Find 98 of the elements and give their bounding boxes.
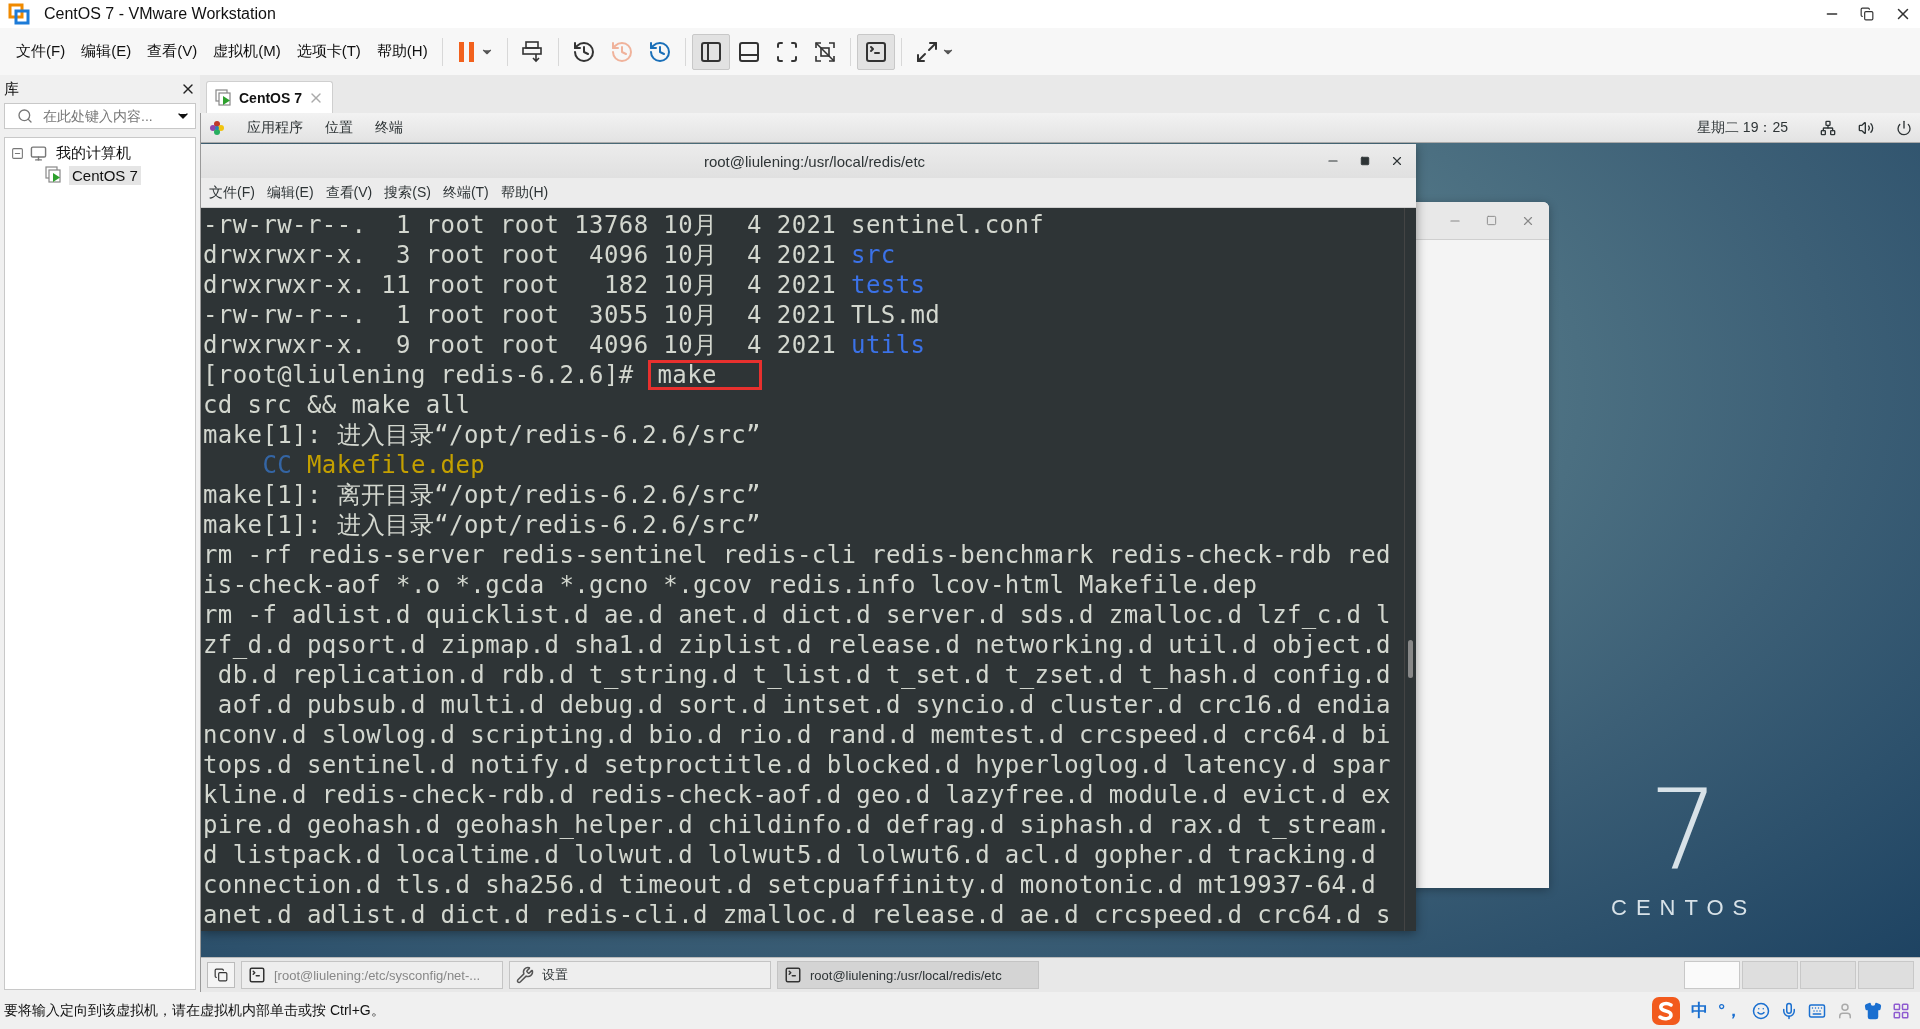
menu-item[interactable]: 编辑(E): [73, 38, 140, 65]
search-icon: [17, 108, 33, 124]
status-message: 要将输入定向到该虚拟机，请在虚拟机内部单击或按 Ctrl+G。: [4, 1001, 386, 1020]
terminal-text: nconv.d slowlog.d scripting.d bio.d rio.d rand.d memtest.d crcspeed.d crc64.d bi: [203, 720, 1391, 750]
expand-arrow-icon: [914, 39, 939, 64]
tree-item[interactable]: CentOS 7: [69, 165, 141, 185]
computer-icon: [30, 144, 47, 162]
terminal-text: kline.d redis-check-rdb.d redis-check-aof.d geo.d lazyfree.d module.d evict.d ex: [203, 780, 1391, 810]
search-input[interactable]: 在此处键入内容...: [41, 107, 167, 125]
windows-icon: [214, 968, 228, 982]
menu-item[interactable]: 文件(F): [205, 183, 259, 202]
menu-item[interactable]: 帮助(H): [368, 38, 436, 65]
keyboard-icon[interactable]: [1808, 1001, 1826, 1020]
terminal-text: make[1]: 进入目录“/opt/redis-6.2.6/src”: [203, 420, 761, 450]
shirt-icon[interactable]: [1864, 1001, 1882, 1020]
bottom-panel-icon: [736, 39, 761, 64]
menu-item[interactable]: 终端(T): [438, 183, 493, 202]
ime-logo-icon: [1651, 995, 1682, 1026]
terminal-text: is-check-aof *.o *.gcda *.gcno *.gcov redis.info lcov-html Makefile.dep: [203, 570, 1258, 600]
terminal-icon: [863, 39, 888, 64]
vm-icon: [215, 88, 233, 107]
mic-icon[interactable]: [1780, 1001, 1798, 1020]
directory-name: src: [851, 240, 896, 270]
menu-item[interactable]: 帮助(H): [496, 183, 553, 202]
sidebar-layout-icon: [698, 39, 723, 64]
menu-item[interactable]: 编辑(E): [262, 183, 318, 202]
clock: 星期二 19：25: [1696, 118, 1788, 137]
terminal-text: make: [648, 360, 762, 390]
show-desktop-button[interactable]: [207, 962, 235, 988]
terminal-text: Makefile.dep: [305, 450, 486, 480]
ime-language[interactable]: 中: [1691, 999, 1709, 1022]
terminal-text: drwxrwxr-x. 9 root root 4096 10月 4 2021: [203, 330, 838, 360]
terminal-text: connection.d tls.d sha256.d timeout.d setcpuaffinity.d monotonic.d mt19937-64.d: [203, 870, 1377, 900]
terminal-icon: [248, 966, 266, 984]
terminal-text: drwxrwxr-x. 11 root root 182 10月 4 2021: [203, 270, 838, 300]
full-screen-icon: [774, 39, 799, 64]
maximize-icon[interactable]: [1360, 156, 1370, 166]
volume-icon[interactable]: [1858, 119, 1874, 136]
clock-arrow-icon: [609, 39, 634, 64]
restore-icon[interactable]: [1860, 7, 1874, 21]
terminal-text: CC: [261, 450, 293, 480]
terminal-text: make[1]: 离开目录“/opt/redis-6.2.6/src”: [203, 480, 761, 510]
ime-punctuation[interactable]: °，: [1718, 999, 1742, 1022]
menu-item[interactable]: 虚拟机(M): [205, 38, 289, 65]
menu-item[interactable]: 选项卡(T): [288, 38, 369, 65]
window-title: root@liulening:/usr/local/redis/etc: [702, 152, 927, 170]
tree-item[interactable]: 我的计算机: [53, 142, 134, 164]
network-icon[interactable]: [1820, 119, 1836, 136]
collapse-toggle-icon[interactable]: [11, 146, 24, 160]
send-keys-icon: [520, 39, 545, 64]
apps-icon: [209, 119, 225, 136]
panel-menu[interactable]: 终端: [375, 118, 403, 137]
close-icon[interactable]: [1390, 154, 1404, 168]
terminal-text: -rw-rw-r--. 1 root root 3055 10月 4 2021: [203, 300, 838, 330]
menu-item[interactable]: 查看(V): [139, 38, 206, 65]
terminal-text: TLS.md: [851, 300, 941, 330]
terminal-text: make[1]: 进入目录“/opt/redis-6.2.6/src”: [203, 510, 761, 540]
crossed-frame-icon: [812, 39, 837, 64]
window-title: CentOS 7 - VMware Workstation: [44, 5, 277, 23]
search-field[interactable]: 在此处键入内容...: [4, 103, 196, 129]
toolbar-button[interactable]: [856, 33, 895, 70]
tools-icon: [516, 966, 534, 984]
menu-item[interactable]: 查看(V): [321, 183, 377, 202]
power-icon[interactable]: [1896, 119, 1912, 136]
task-button[interactable]: root@liulening:/usr/local/redis/etc: [777, 961, 1039, 989]
terminal-text: sentinel.conf: [851, 210, 1045, 240]
terminal-text: [root@liulening redis-6.2.6]#: [203, 360, 635, 390]
emoji-icon[interactable]: [1752, 1001, 1770, 1020]
panel-title: 库: [4, 79, 19, 99]
terminal-text: db.d replication.d rdb.d t_string.d t_list.d t_set.d t_zset.d t_hash.d config.d: [216, 660, 1391, 690]
task-button[interactable]: 设置: [509, 961, 771, 989]
terminal-icon: [784, 966, 802, 984]
terminal-text: rm -rf redis-server redis-sentinel redis-cli redis-benchmark redis-check-rdb red: [203, 540, 1391, 570]
terminal-text: drwxrwxr-x. 3 root root 4096 10月 4 2021: [203, 240, 838, 270]
panel-menu[interactable]: 位置: [325, 118, 353, 137]
terminal-text: tops.d sentinel.d notify.d setproctitle.d blocked.d hyperloglog.d latency.d spar: [203, 750, 1391, 780]
terminal-text: cd src && make all: [203, 390, 471, 420]
app-logo-icon: [8, 3, 30, 25]
terminal-text: zf_d.d pqsort.d zipmap.d sha1.d ziplist.d release.d networking.d util.d object.d: [203, 630, 1391, 660]
directory-name: tests: [851, 270, 926, 300]
tab-label: CentOS 7: [239, 89, 302, 106]
grid-icon[interactable]: [1892, 1001, 1910, 1020]
toolbar-button[interactable]: [691, 33, 730, 70]
terminal-text: aof.d pubsub.d multi.d debug.d sort.d intset.d syncio.d cluster.d crc16.d endia: [216, 690, 1391, 720]
vm-icon: [45, 166, 63, 184]
terminal-text: -rw-rw-r--. 1 root root 13768 10月 4 2021: [203, 210, 838, 240]
menu-item[interactable]: 搜索(S): [380, 183, 435, 202]
logo-digit: 7: [1648, 775, 1719, 885]
terminal-text: anet.d adlist.d dict.d redis-cli.d zmalloc.d release.d ae.d crcspeed.d crc64.d s: [203, 900, 1391, 930]
terminal-text: rm -f adlist.d quicklist.d ae.d anet.d dict.d server.d sds.d zmalloc.d lzf_c.d l: [203, 600, 1391, 630]
vm-tab[interactable]: CentOS 7: [206, 81, 333, 113]
logo-word: CENTOS: [1611, 895, 1757, 921]
menu-item[interactable]: 文件(F): [8, 38, 74, 65]
directory-name: utils: [851, 330, 926, 360]
panel-menu[interactable]: 应用程序: [247, 118, 303, 137]
scrollbar[interactable]: [1404, 208, 1416, 931]
terminal-text: d listpack.d localtime.d lolwut.d lolwut5.d lolwut6.d acl.d gopher.d tracking.d: [203, 840, 1377, 870]
terminal-text: pire.d geohash.d geohash_helper.d childinfo.d defrag.d siphash.d rax.d t_stream.: [203, 810, 1391, 840]
